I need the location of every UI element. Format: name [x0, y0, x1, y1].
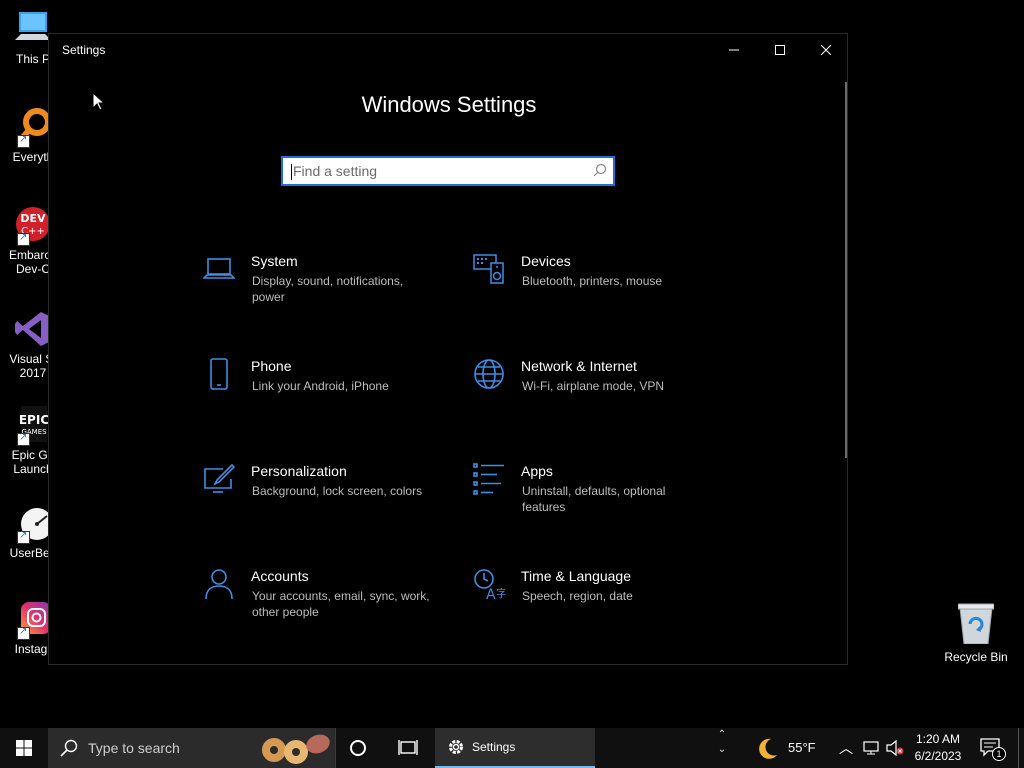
devices-icon	[473, 254, 504, 284]
tile-title: Personalization	[251, 463, 347, 479]
clock-time: 1:20 AM	[915, 732, 961, 746]
recycle-bin-label: Recycle Bin	[944, 650, 1008, 664]
tile-description: Speech, region, date	[522, 589, 633, 603]
tile-description: Background, lock screen, colors	[252, 484, 423, 498]
taskbar-app-settings[interactable]: Settings	[435, 728, 595, 768]
time-language-icon: A字	[474, 569, 505, 600]
taskbar-app-label: Settings	[472, 740, 516, 754]
gear-icon	[449, 740, 463, 754]
svg-text:字: 字	[496, 586, 505, 600]
paint-icon	[204, 463, 235, 493]
tile-personalization[interactable]: Personalization Background, lock screen,…	[203, 463, 453, 533]
tile-time-language[interactable]: A字 Time & Language Speech, region, date	[473, 568, 723, 638]
clock-date: 6/2/2023	[914, 749, 962, 763]
tile-title: Time & Language	[521, 568, 631, 584]
svg-text:EPIC: EPIC	[19, 413, 49, 427]
desktop-icon-recycle-bin[interactable]: Recycle Bin	[940, 602, 1012, 664]
settings-window: Settings Windows Settings System Display…	[48, 33, 848, 665]
system-clock[interactable]: 1:20 AM 6/2/2023	[906, 731, 970, 765]
title-bar[interactable]: Settings	[49, 34, 847, 66]
tile-description: Bluetooth, printers, mouse	[522, 274, 663, 288]
minimize-button[interactable]	[711, 34, 757, 66]
text-caret	[291, 164, 292, 180]
tile-title: Network & Internet	[521, 358, 637, 374]
find-setting-search[interactable]	[281, 156, 615, 186]
chevron-up-icon[interactable]: ⌃	[713, 728, 731, 741]
tile-description: Uninstall, defaults, optional features	[522, 484, 666, 514]
tile-phone[interactable]: Phone Link your Android, iPhone	[203, 358, 453, 428]
shortcut-arrow-icon	[17, 231, 30, 246]
taskbar: Type to search Settings ⌃ ⌄ 55°F ︿ 1:20 …	[0, 728, 1024, 768]
tile-network-internet[interactable]: Network & Internet Wi-Fi, airplane mode,…	[473, 358, 723, 428]
tile-devices[interactable]: Devices Bluetooth, printers, mouse	[473, 253, 723, 323]
notification-center-button[interactable]: 1	[980, 738, 1006, 763]
tile-title: System	[251, 253, 298, 269]
maximize-icon	[775, 45, 785, 55]
tile-description: Link your Android, iPhone	[252, 379, 389, 393]
tile-description: Wi-Fi, airplane mode, VPN	[522, 379, 665, 393]
notification-count-badge: 1	[992, 747, 1006, 761]
laptop-icon	[203, 258, 235, 279]
chevron-down-icon[interactable]: ⌄	[713, 743, 731, 756]
recycle-bin-icon	[957, 602, 995, 645]
search-icon	[60, 739, 78, 757]
start-button[interactable]	[0, 728, 48, 768]
instagram-icon	[15, 600, 51, 640]
tile-title: Phone	[251, 358, 292, 374]
maximize-button[interactable]	[757, 34, 803, 66]
tile-accounts[interactable]: Accounts Your accounts, email, sync, wor…	[203, 568, 453, 638]
epic-games-icon: EPIC GAMES	[15, 406, 51, 446]
close-icon	[821, 45, 831, 55]
tile-description: Display, sound, notifications, power	[252, 274, 404, 304]
minimize-icon	[729, 49, 739, 51]
person-icon	[205, 569, 233, 600]
tile-title: Devices	[521, 253, 571, 269]
tile-description: Your accounts, email, sync, work, other …	[252, 589, 430, 619]
taskbar-search-box[interactable]: Type to search	[48, 728, 336, 768]
page-title: Windows Settings	[361, 92, 537, 117]
window-title: Settings	[62, 43, 106, 57]
tile-system[interactable]: System Display, sound, notifications, po…	[203, 253, 453, 323]
speedometer-icon	[15, 504, 53, 544]
volume-muted-icon[interactable]	[886, 740, 904, 756]
search-icon	[593, 163, 607, 177]
search-input[interactable]	[293, 162, 583, 180]
computer-icon	[15, 10, 51, 48]
network-icon[interactable]	[863, 740, 879, 756]
tile-title: Apps	[521, 463, 553, 479]
scrollbar[interactable]	[845, 82, 847, 458]
globe-icon	[474, 359, 504, 389]
magnifier-app-icon	[15, 108, 51, 148]
taskbar-search-placeholder: Type to search	[88, 740, 180, 756]
windows-logo-icon	[16, 740, 32, 756]
close-button[interactable]	[803, 34, 849, 66]
tile-title: Accounts	[251, 568, 309, 584]
apps-list-icon	[473, 463, 504, 495]
shortcut-arrow-icon	[17, 133, 30, 148]
donut-doodle-icon	[262, 734, 330, 764]
shortcut-arrow-icon	[17, 431, 30, 446]
chevron-up-icon[interactable]: ︿	[839, 738, 853, 758]
weather-temperature: 55°F	[788, 740, 816, 755]
svg-text:DEV: DEV	[20, 212, 46, 225]
shortcut-arrow-icon	[17, 625, 30, 640]
devcpp-icon: DEV C++	[15, 206, 51, 246]
moon-icon	[759, 738, 777, 759]
visual-studio-icon	[15, 310, 51, 348]
phone-icon	[210, 358, 228, 390]
taskbar-scroll[interactable]: ⌃ ⌄	[713, 728, 731, 768]
tile-apps[interactable]: Apps Uninstall, defaults, optional featu…	[473, 463, 723, 533]
svg-text:A: A	[486, 587, 496, 600]
shortcut-arrow-icon	[17, 529, 30, 544]
show-desktop-button[interactable]	[1018, 728, 1024, 768]
cortana-icon[interactable]	[350, 740, 366, 756]
task-view-icon[interactable]	[398, 738, 418, 758]
